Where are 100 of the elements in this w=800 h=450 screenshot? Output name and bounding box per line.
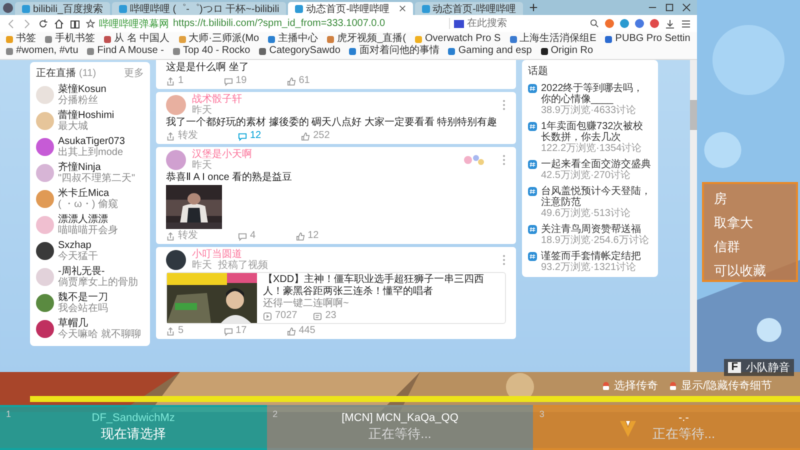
streamer-item[interactable]: 蕾憧Hoshimi 最大城 — [36, 108, 144, 134]
topic-item[interactable]: 关注青鸟周资赞帮送福 18.9万浏览·254.6万讨论 — [528, 224, 652, 246]
post-time: 昨天 — [192, 105, 212, 116]
browser-tab[interactable]: bilibili_百度搜索 — [15, 2, 110, 15]
streamer-name: 蕾憧Hoshimi — [58, 110, 114, 121]
tab-favicon-icon — [295, 4, 304, 12]
view-count: 7027 — [263, 310, 298, 322]
maximize-icon[interactable] — [665, 3, 674, 12]
post-time: 昨天 — [192, 260, 212, 271]
player-name: -.- — [678, 412, 689, 424]
new-tab-icon[interactable] — [528, 3, 538, 12]
bookmark-icon — [45, 36, 52, 42]
bookmark-item[interactable]: Find A Mouse - — [87, 45, 164, 57]
download-icon[interactable] — [665, 18, 675, 28]
book-icon[interactable] — [70, 18, 80, 28]
profile-avatar-icon[interactable] — [3, 2, 13, 12]
bookmark-item[interactable]: PUBG Pro Settin — [605, 33, 690, 45]
comment-icon — [224, 326, 233, 336]
mouse-icon — [668, 380, 678, 390]
bookmark-icon — [87, 48, 94, 54]
menu-icon[interactable] — [681, 18, 691, 28]
bookmark-item[interactable]: 虎牙视频_直播( — [327, 33, 406, 45]
bookmark-item[interactable]: 上海生活消保组E — [510, 33, 596, 45]
tab-favicon-icon — [422, 4, 430, 12]
streamer-item[interactable]: 米卡丘Mica ( ・ω・) 偷窥 — [36, 186, 144, 212]
topic-icon — [528, 160, 537, 169]
streamer-item[interactable]: 草帽几 今天嘛哈 就不聊聊 — [36, 316, 144, 342]
bookmark-item[interactable]: Overwatch Pro S — [415, 33, 501, 45]
close-icon[interactable] — [398, 5, 406, 12]
topic-title: 台风盖悦预计今天登陆，注意防范 — [541, 186, 652, 208]
bookmark-item[interactable]: Top 40 - Rocko — [172, 45, 250, 57]
slot-number: 3 — [539, 409, 544, 419]
avatar — [36, 112, 54, 130]
topic-icon — [528, 122, 537, 131]
avatar — [36, 216, 54, 234]
streamer-item[interactable]: 魏不是一刀 我会站在吗 — [36, 290, 144, 316]
streamer-item[interactable]: AsukaTiger073 出其上到mode — [36, 134, 144, 160]
avatar — [36, 294, 54, 312]
share-icon — [166, 76, 175, 86]
scrollbar[interactable] — [690, 60, 697, 372]
bookmark-item[interactable]: Gaming and esp — [448, 45, 532, 57]
streamer-name: 草帽几 — [58, 318, 89, 329]
topic-icon — [528, 187, 537, 196]
mouse-icon — [600, 380, 611, 390]
stream-title: 今天嘛哈 就不聊聊 — [58, 329, 141, 340]
topic-item[interactable]: 2022终于等到哪去吗，你的心情像____ 38.9万浏览·4633讨论 — [528, 83, 652, 116]
browser-tab[interactable]: 哔哩哔哩 (゜-゜)つロ 干杯~-bilibili — [112, 2, 286, 15]
streamer-item[interactable]: -周礼无畏- 倘贾摩女上的骨肋 — [36, 264, 144, 290]
player-name: DF_SandwichMz — [92, 412, 175, 424]
post-text: 我了一个都好玩的素材 據後委的 碉天八点好 大家一定要看看 特别特别有趣 — [166, 117, 498, 129]
slot-status: 现在请选择 — [100, 425, 166, 443]
bookmark-icon — [448, 48, 456, 54]
topic-item[interactable]: 谨签而手套情帐定结把 93.2万浏览·1321讨论 — [528, 251, 652, 273]
bookmark-item[interactable]: 面对着问他的事情 — [349, 45, 440, 57]
streamer-item[interactable]: 齐憧Ninja "四叔不理第二天" — [36, 160, 144, 186]
video-description: 还得一键二连啊啊~ — [263, 298, 350, 310]
streamer-item[interactable]: 漂漂人漂漂 喵喵喵开会身 — [36, 212, 144, 238]
reload-icon[interactable] — [38, 18, 48, 28]
browser-tab[interactable]: 动态首页-哔哩哔哩 — [288, 2, 413, 15]
bookmark-icon — [415, 36, 422, 42]
streamer-name: Sxzhap — [58, 240, 92, 251]
avatar — [36, 138, 54, 156]
author-avatar[interactable] — [166, 250, 186, 270]
streamer-name: 漂漂人漂漂 — [58, 214, 109, 225]
bookmark-item[interactable]: CategorySawdo — [259, 45, 340, 57]
video-card[interactable]: 【XDD】主神！僵车职业选手超狂狮子一串三四西人！豪黑谷距两张三连杀！懂罕的唱者 还得一键二连啊啊~ 7027 23 — [166, 272, 506, 324]
bookmark-item[interactable]: 大师·三师派(Mo — [178, 33, 260, 45]
streamer-item[interactable]: Sxzhap 今天猛干 — [36, 238, 144, 264]
search-engine-icon[interactable] — [454, 20, 464, 28]
bookmark-item[interactable]: 书签 — [6, 33, 36, 45]
danmaku-count: 23 — [313, 310, 336, 322]
panel-title: 正在直播 — [36, 66, 76, 80]
topic-item[interactable]: 台风盖悦预计今天登陆，注意防范 49.6万浏览·513讨论 — [528, 186, 652, 219]
home-icon[interactable] — [54, 18, 64, 28]
post-text: 恭喜Ⅱ A I once 看的熟是益豆 — [166, 172, 294, 184]
bookmark-item[interactable]: #women, #vtu — [6, 45, 78, 57]
search-icon[interactable] — [590, 19, 599, 28]
control-hint: 显示/隐藏传奇细节 — [668, 378, 772, 393]
bookmark-item[interactable]: 主播中心 — [268, 33, 318, 45]
slot-number: 1 — [6, 409, 12, 419]
tab-favicon-icon — [119, 4, 128, 12]
avatar — [36, 242, 54, 260]
slot-status: 正在等待... — [652, 425, 716, 443]
topic-item[interactable]: 一起来看全面交游交盛典 42.5万浏览·270讨论 — [528, 159, 652, 181]
topic-icon — [528, 225, 537, 234]
streamer-item[interactable]: 菜憧Kosun 分播粉丝 — [36, 82, 144, 108]
star-icon — [86, 19, 95, 28]
close-icon[interactable] — [682, 3, 691, 12]
streamer-name: 菜憧Kosun — [58, 84, 106, 95]
topic-item[interactable]: 1年卖面包赚732次被校长数拼，你去几次 122.2万浏览·1354讨论 — [528, 121, 652, 154]
bookmark-item[interactable]: 从 名 中国人 — [104, 33, 170, 45]
address-field[interactable]: 哔哩哔哩弹幕网 https://t.bilibili.com/?spm_id_from=333.1007.0.0 — [86, 17, 443, 30]
bookmark-item[interactable]: 手机书签 — [45, 33, 95, 45]
bookmark-icon — [104, 36, 111, 42]
stream-title: 我会站在吗 — [58, 303, 108, 314]
bookmark-icon — [540, 48, 548, 54]
bookmark-icon — [327, 36, 334, 42]
topic-icon — [528, 252, 537, 261]
bookmark-item[interactable]: Origin Ro — [540, 45, 594, 57]
browser-tab[interactable]: 动态首页-哔哩哔哩 — [414, 2, 523, 15]
